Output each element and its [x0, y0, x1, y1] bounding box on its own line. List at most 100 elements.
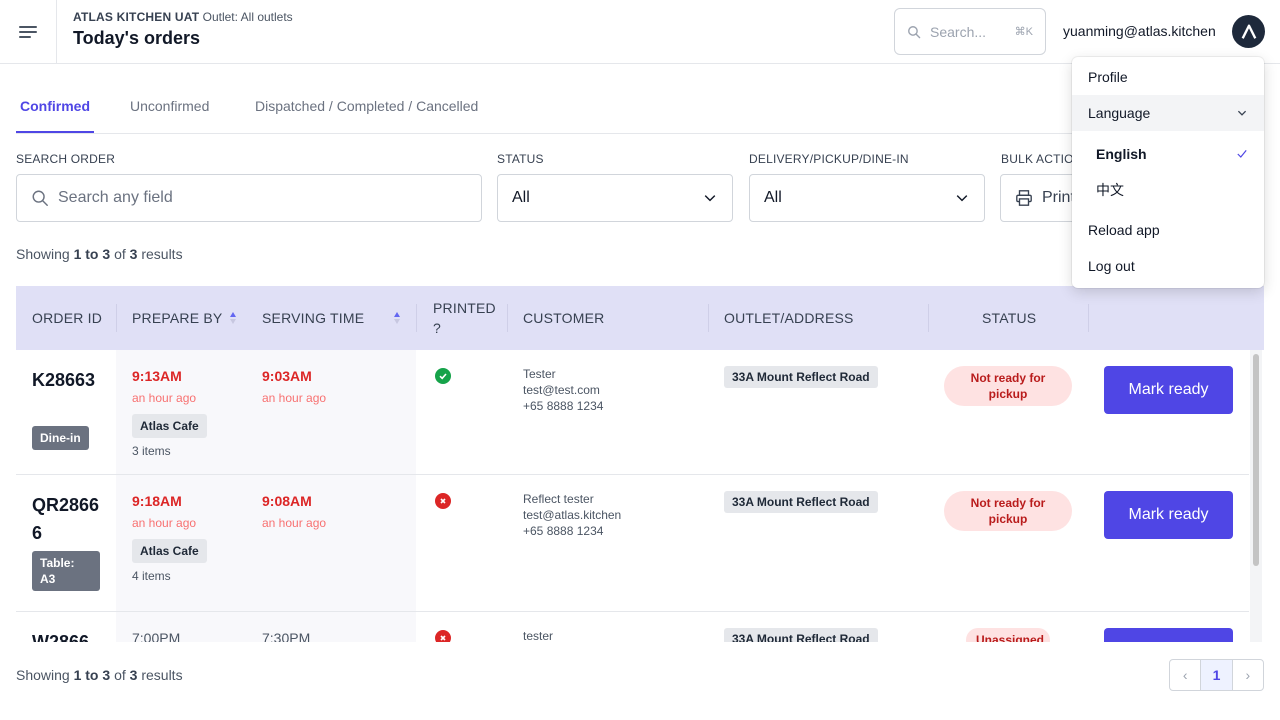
outlet-selector[interactable]: Outlet: All outlets — [203, 10, 293, 24]
customer-name: tester — [523, 629, 554, 642]
mark-ready-button[interactable]: Mark ready — [1104, 491, 1233, 539]
results-summary-bottom: Showing 1 to 3 of 3 results — [16, 667, 183, 683]
serving-time: 7:30PM — [262, 630, 311, 642]
showing-prefix: Showing — [16, 667, 70, 683]
status-select-value: All — [512, 189, 530, 206]
table-row[interactable]: W2866 7:00PM 7:30PM tester 33A Mount Ref… — [16, 612, 1249, 642]
page-title: Today's orders — [73, 28, 200, 48]
col-divider — [1088, 304, 1089, 332]
prepare-time: 9:18AM — [132, 493, 182, 509]
not-printed-x-icon — [435, 630, 451, 642]
avatar[interactable] — [1232, 15, 1265, 48]
prepare-ago: an hour ago — [132, 516, 197, 530]
order-type-badge: Dine-in — [32, 426, 89, 450]
col-serving-time[interactable]: SERVING TIME — [262, 286, 401, 350]
menu-item-language[interactable]: Language — [1072, 95, 1264, 131]
table-row[interactable]: K28663 Dine-in 9:13AM an hour ago 9:03AM… — [16, 350, 1249, 475]
org-name: ATLAS KITCHEN UAT — [73, 10, 200, 24]
table-row[interactable]: QR28666 Table: A3 9:18AM an hour ago 9:0… — [16, 475, 1249, 612]
menu-item-logout[interactable]: Log out — [1072, 248, 1264, 284]
menu-item-profile[interactable]: Profile — [1072, 59, 1264, 95]
results-summary-top: Showing 1 to 3 of 3 results — [16, 246, 183, 262]
status-badge: Unassigned — [966, 628, 1050, 642]
item-count: 4 items — [132, 569, 171, 583]
bulk-print-label: Print — [1042, 189, 1075, 206]
delivery-label: DELIVERY/PICKUP/DINE-IN — [749, 152, 909, 166]
serving-time: 9:08AM — [262, 493, 312, 509]
tab-dispatched[interactable]: Dispatched / Completed / Cancelled — [255, 98, 478, 114]
table-body: K28663 Dine-in 9:13AM an hour ago 9:03AM… — [16, 350, 1249, 642]
customer-phone: +65 8888 1234 — [523, 524, 604, 538]
prepare-ago: an hour ago — [132, 391, 197, 405]
showing-of: of — [114, 667, 126, 683]
col-prepare-by[interactable]: PREPARE BY — [132, 286, 237, 350]
sort-icon[interactable] — [230, 312, 237, 324]
customer-email: test@atlas.kitchen — [523, 508, 622, 522]
page-1-button[interactable]: 1 — [1200, 660, 1233, 690]
customer-info: Tester test@test.com +65 8888 1234 — [523, 366, 603, 414]
next-page-button[interactable]: › — [1233, 660, 1263, 690]
user-dropdown-menu: Profile Language English 中文 Reload app L… — [1072, 57, 1264, 288]
sort-icon[interactable] — [394, 312, 401, 324]
col-outlet-address: OUTLET/ADDRESS — [724, 310, 854, 326]
search-icon — [32, 190, 48, 206]
chevron-down-icon — [1237, 110, 1247, 116]
order-id[interactable]: W2866 — [32, 628, 102, 642]
printed-check-icon — [435, 368, 451, 384]
prepare-time: 7:00PM — [132, 630, 181, 642]
showing-suffix: results — [141, 667, 183, 683]
printer-icon — [1016, 190, 1032, 206]
tab-confirmed[interactable]: Confirmed — [20, 98, 90, 114]
tab-unconfirmed[interactable]: Unconfirmed — [130, 98, 209, 114]
mark-ready-button[interactable]: Mark ready — [1104, 366, 1233, 414]
prepare-time: 9:13AM — [132, 368, 182, 384]
customer-email: test@test.com — [523, 383, 600, 397]
table-header: ORDER ID PREPARE BY SERVING TIME PRINTED… — [16, 286, 1264, 350]
col-prepare-by-label: PREPARE BY — [132, 310, 223, 326]
search-shortcut: ⌘K — [1014, 26, 1033, 38]
language-option-chinese[interactable]: 中文 — [1072, 172, 1264, 208]
search-icon — [908, 25, 921, 38]
table-scrollbar[interactable] — [1250, 350, 1262, 642]
search-order-input[interactable]: Search any field — [16, 174, 482, 222]
customer-info: Reflect tester test@atlas.kitchen +65 88… — [523, 491, 621, 539]
order-type-badge: Table: A3 — [32, 551, 100, 591]
col-printed: PRINTED ? — [433, 300, 496, 336]
language-option-english-label: English — [1096, 146, 1147, 162]
status-badge: Not ready for pickup — [944, 491, 1072, 531]
scrollbar-thumb[interactable] — [1253, 354, 1259, 566]
status-label: STATUS — [497, 152, 544, 166]
col-serving-time-label: SERVING TIME — [262, 310, 365, 326]
status-select[interactable]: All — [497, 174, 733, 222]
user-menu-trigger[interactable]: yuanming@atlas.kitchen — [1063, 23, 1216, 39]
customer-name: Tester — [523, 367, 556, 381]
status-badge: Not ready for pickup — [944, 366, 1072, 406]
customer-phone: +65 8888 1234 — [523, 399, 604, 413]
title-block: ATLAS KITCHEN UAT Outlet: All outlets To… — [73, 10, 293, 49]
outlet-badge: Atlas Cafe — [132, 539, 207, 563]
menu-button[interactable] — [0, 0, 57, 63]
prev-page-button[interactable]: ‹ — [1170, 660, 1200, 690]
col-divider — [416, 304, 417, 332]
serving-time: 9:03AM — [262, 368, 312, 384]
address-badge: 33A Mount Reflect Road — [724, 366, 878, 388]
delivery-select[interactable]: All — [749, 174, 985, 222]
delivery-select-value: All — [764, 189, 782, 206]
row-action-button[interactable] — [1104, 628, 1233, 642]
serving-ago: an hour ago — [262, 516, 327, 530]
search-order-placeholder: Search any field — [58, 189, 173, 206]
order-id[interactable]: K28663 — [32, 366, 102, 394]
not-printed-x-icon — [435, 493, 451, 509]
serving-ago: an hour ago — [262, 391, 327, 405]
active-tab-indicator — [16, 131, 94, 133]
atlas-logo-icon — [1241, 24, 1256, 39]
showing-suffix: results — [141, 246, 183, 262]
customer-name: Reflect tester — [523, 492, 594, 506]
menu-item-reload[interactable]: Reload app — [1072, 212, 1264, 248]
outlet-line: ATLAS KITCHEN UAT Outlet: All outlets — [73, 10, 293, 24]
order-id[interactable]: QR28666 — [32, 491, 102, 547]
chevron-down-icon — [956, 195, 968, 202]
hamburger-icon — [19, 23, 37, 41]
global-search[interactable]: Search... ⌘K — [894, 8, 1046, 55]
language-option-english[interactable]: English — [1072, 136, 1264, 172]
